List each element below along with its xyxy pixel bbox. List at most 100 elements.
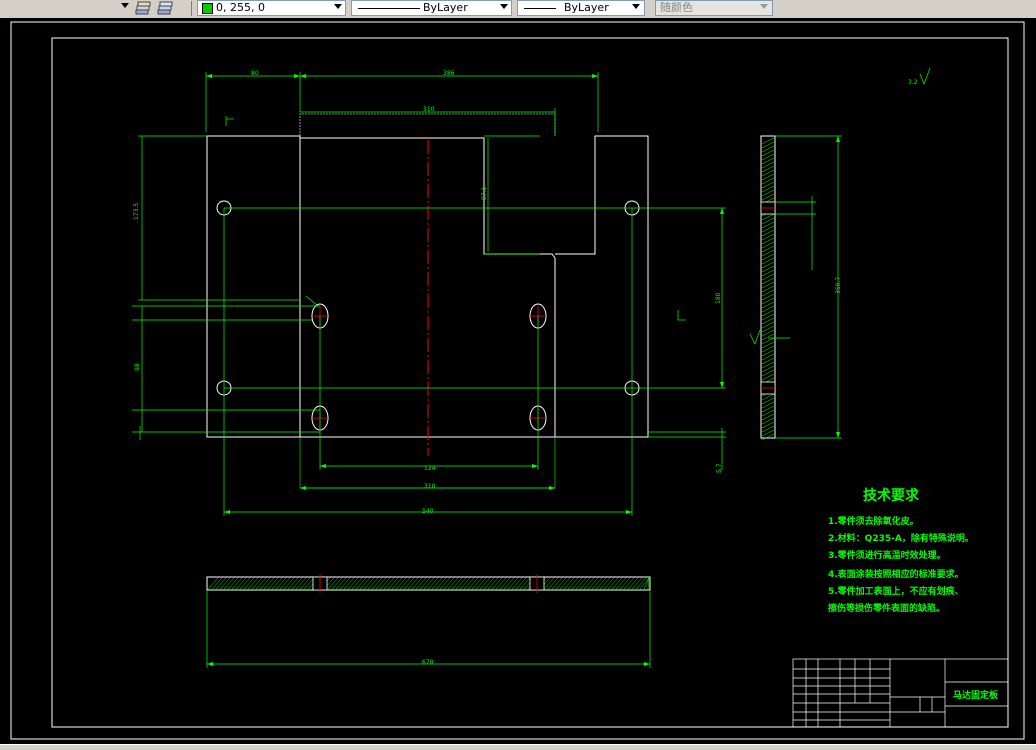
plotstyle-dropdown-arrow-icon — [760, 4, 768, 9]
hatch-line — [303, 577, 315, 590]
hatch-line — [407, 577, 419, 590]
dimension-arrows — [206, 74, 724, 514]
hatch-line — [363, 577, 375, 590]
linetype-dropdown-arrow-icon[interactable] — [500, 4, 508, 9]
tech-note-2: 2.材料：Q235-A，除有特殊说明。 — [828, 532, 974, 544]
hatch-line — [383, 577, 395, 590]
hatch-line — [295, 577, 307, 590]
tech-note-5: 5.零件加工表面上，不应有划痕、 — [828, 585, 964, 597]
hatch-line — [487, 577, 499, 590]
hatch-line — [499, 577, 511, 590]
hatch-line — [391, 577, 403, 590]
hatch-line — [275, 577, 287, 590]
dim-top-left: 80 — [251, 70, 259, 77]
hatch-line — [547, 577, 559, 590]
color-dropdown-arrow-icon[interactable] — [334, 4, 342, 9]
hatch-line — [251, 577, 263, 590]
part-outline-right — [555, 135, 649, 438]
hatch-line — [455, 577, 467, 590]
plotstyle-control: 随颜色 — [655, 0, 773, 16]
hatch-line — [331, 577, 343, 590]
hatch-line — [619, 577, 631, 590]
dim-top-inner: 310 — [423, 106, 435, 113]
hatch-line — [567, 577, 579, 590]
surface-finish-label: 3.2 — [908, 79, 918, 86]
hatch-line — [543, 577, 555, 590]
hatch-line — [207, 577, 219, 590]
tech-note-3: 3.零件须进行高温时效处理。 — [828, 549, 946, 561]
hatch-line — [403, 577, 415, 590]
hatch-line — [551, 577, 563, 590]
hatch-line — [411, 577, 423, 590]
dim-cutout-depth: 87.1 — [481, 186, 488, 200]
hatch-line — [387, 577, 399, 590]
hatch-line — [279, 577, 291, 590]
color-control[interactable]: 0, 255, 0 — [197, 0, 346, 16]
color-value: 0, 255, 0 — [216, 1, 265, 14]
hatch-line — [447, 577, 459, 590]
layer-states-icon[interactable] — [134, 1, 152, 16]
hatch-line — [451, 577, 463, 590]
hatch-line — [603, 577, 615, 590]
hatch-line — [579, 577, 591, 590]
dim-hole-span: 540 — [422, 508, 434, 515]
hatch-line — [291, 577, 303, 590]
dim-left-lower: 98 — [134, 363, 141, 371]
inner-frame — [51, 37, 1009, 728]
linetype-sample — [358, 8, 420, 9]
tech-title: 技术要求 — [863, 487, 920, 504]
hatch-line — [519, 577, 531, 590]
layer-previous-icon[interactable] — [156, 1, 174, 16]
hatch-line — [327, 577, 339, 590]
part-cutout-top — [299, 113, 556, 136]
hatch-line — [607, 577, 619, 590]
hatch-line — [599, 577, 611, 590]
dimension-lines — [132, 72, 726, 516]
hatch-line — [559, 577, 571, 590]
hatch-line — [379, 577, 391, 590]
hatch-line — [287, 577, 299, 590]
hatch-line — [587, 577, 599, 590]
drawing-canvas[interactable]: 80 386 310 124 310 540 5.7 180 87.1 173.… — [0, 18, 1036, 744]
layer-dropdown-arrow-icon[interactable] — [121, 3, 129, 8]
dim-hole-spacing: 124 — [424, 465, 436, 472]
dim-side-offset: 5.7 — [716, 463, 723, 473]
tech-note-6: 擦伤等损伤零件表面的缺陷。 — [828, 602, 945, 614]
side-view-hatch — [761, 137, 775, 441]
hatch-line — [223, 577, 235, 590]
hatch-line — [495, 577, 507, 590]
hatch-line — [211, 577, 223, 590]
hatch-line — [611, 577, 623, 590]
part-outline-body — [207, 135, 556, 438]
linetype-control[interactable]: ByLayer — [351, 0, 512, 16]
hatch-line — [515, 577, 527, 590]
dim-top-span: 386 — [443, 70, 455, 77]
hatch-line — [491, 577, 503, 590]
color-swatch-icon — [202, 3, 213, 14]
hatch-line — [247, 577, 259, 590]
status-bar — [0, 744, 1036, 750]
hatch-line — [467, 577, 479, 590]
hatch-line — [267, 577, 279, 590]
bottom-view: 670 — [206, 574, 651, 668]
hatch-line — [339, 577, 351, 590]
hatch-line — [271, 577, 283, 590]
hatch-line — [575, 577, 587, 590]
hatch-line — [359, 577, 371, 590]
lineweight-dropdown-arrow-icon[interactable] — [632, 4, 640, 9]
bottom-view-hatch — [207, 577, 650, 590]
hatch-line — [475, 577, 487, 590]
hatch-line — [351, 577, 363, 590]
hatch-line — [431, 577, 443, 590]
hatch-line — [627, 577, 639, 590]
dim-slot-span: 310 — [424, 483, 436, 490]
drawing-svg[interactable]: 80 386 310 124 310 540 5.7 180 87.1 173.… — [0, 18, 1036, 744]
lineweight-control[interactable]: ByLayer — [517, 0, 645, 16]
hatch-line — [395, 577, 407, 590]
hatch-line — [283, 577, 295, 590]
hatch-line — [231, 577, 243, 590]
hatch-line — [335, 577, 347, 590]
hatch-line — [471, 577, 483, 590]
hatch-line — [235, 577, 247, 590]
hatch-line — [219, 577, 231, 590]
